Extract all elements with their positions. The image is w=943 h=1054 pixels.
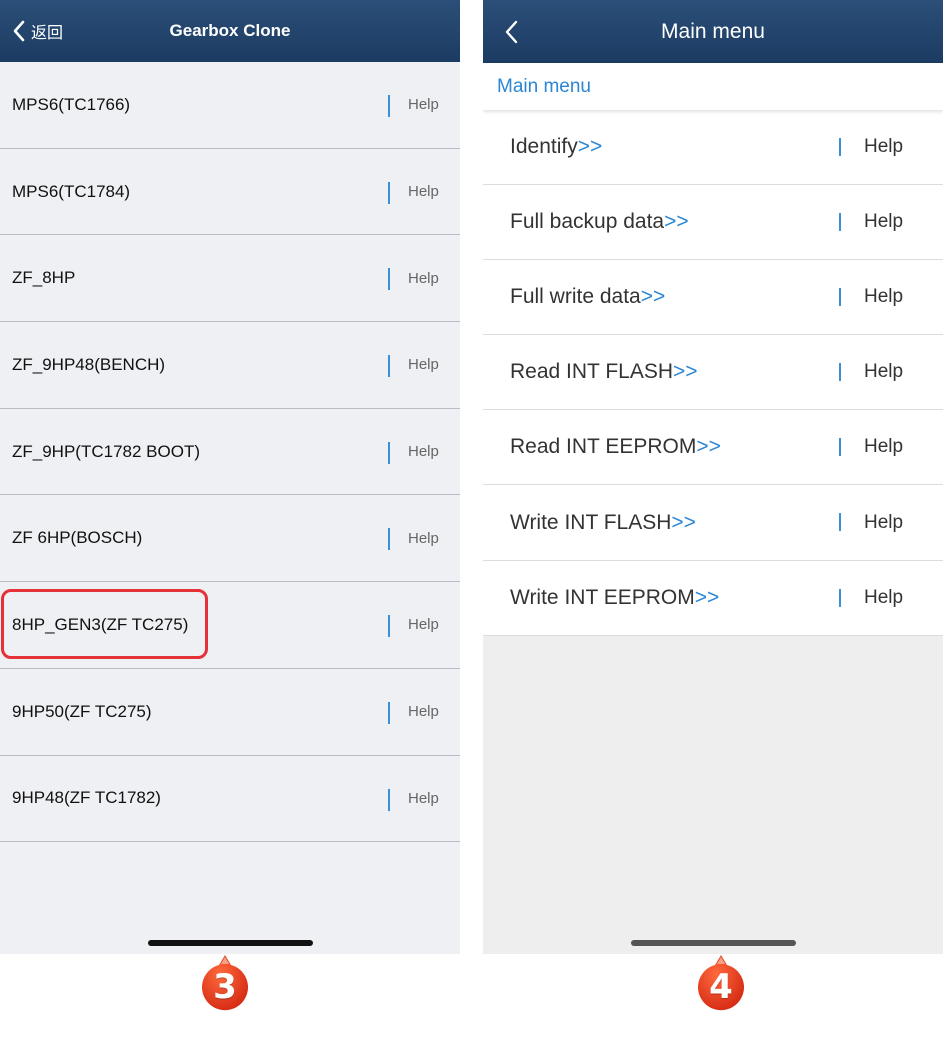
list-item-label: 8HP_GEN3(ZF TC275): [12, 614, 189, 634]
list-item[interactable]: 8HP_GEN3(ZF TC275) Help: [0, 582, 460, 669]
menu-item-arrow: >>: [577, 135, 603, 159]
breadcrumb-item-main-menu[interactable]: Main menu: [497, 76, 591, 98]
list-item-label: ZF 6HP(BOSCH): [12, 528, 143, 548]
help-link[interactable]: Help: [864, 110, 903, 184]
list-item-label: ZF_8HP: [12, 268, 76, 288]
divider: [839, 438, 841, 457]
list-item-label: 9HP50(ZF TC275): [12, 701, 152, 721]
divider: [388, 268, 390, 291]
divider: [388, 528, 390, 551]
help-link[interactable]: Help: [408, 62, 439, 148]
menu-item-arrow: >>: [673, 360, 698, 384]
menu-item[interactable]: Full backup data >> Help: [483, 185, 943, 261]
list-item[interactable]: ZF_9HP(TC1782 BOOT) Help: [0, 409, 460, 496]
help-link[interactable]: Help: [408, 756, 439, 842]
step-number: 3: [213, 967, 237, 1007]
help-link[interactable]: Help: [408, 669, 439, 755]
breadcrumb: Main menu: [483, 63, 943, 110]
list-item-label: MPS6(TC1784): [12, 181, 131, 201]
menu-item-arrow: >>: [696, 435, 721, 459]
list-item[interactable]: MPS6(TC1766) Help: [0, 62, 460, 149]
help-link[interactable]: Help: [408, 322, 439, 408]
divider: [388, 181, 390, 204]
menu-item-label: Write INT FLASH >>: [510, 485, 696, 559]
list-item[interactable]: ZF_8HP Help: [0, 235, 460, 323]
help-link[interactable]: Help: [408, 409, 439, 495]
list-item-label: 9HP48(ZF TC1782): [12, 788, 161, 808]
gearbox-list: MPS6(TC1766) Help MPS6(TC1784) Help ZF_8HP He…: [0, 62, 460, 843]
help-link[interactable]: Help: [408, 582, 439, 668]
menu-item-label: Full backup data >>: [510, 185, 689, 259]
menu-item-text: Write INT EEPROM: [510, 585, 695, 609]
step-badge-3: 3: [201, 953, 249, 1013]
step-number: 4: [709, 967, 733, 1007]
divider: [388, 615, 390, 638]
menu-item[interactable]: Write INT FLASH >> Help: [483, 485, 943, 561]
help-link[interactable]: Help: [864, 485, 903, 559]
help-link[interactable]: Help: [408, 235, 439, 321]
help-link[interactable]: Help: [408, 495, 439, 581]
divider: [388, 701, 390, 724]
divider: [839, 288, 841, 307]
divider: [388, 788, 390, 811]
divider: [388, 95, 390, 117]
home-indicator[interactable]: [631, 940, 796, 946]
menu-item-label: Full write data >>: [510, 260, 665, 334]
menu-item[interactable]: Read INT FLASH >> Help: [483, 335, 943, 411]
navigation-bar: 返回 Gearbox Clone: [0, 0, 460, 62]
help-link[interactable]: Help: [864, 410, 903, 484]
menu-item-arrow: >>: [671, 510, 696, 534]
menu-item-text: Identify: [510, 135, 578, 159]
menu-item[interactable]: Read INT EEPROM >> Help: [483, 410, 943, 486]
list-item-label: ZF_9HP(TC1782 BOOT): [12, 441, 200, 461]
divider: [839, 513, 841, 532]
help-link[interactable]: Help: [408, 149, 439, 235]
menu-item[interactable]: Identify >> Help: [483, 110, 943, 186]
menu-item-text: Write INT FLASH: [510, 510, 672, 534]
page-title: Gearbox Clone: [169, 21, 291, 40]
list-item[interactable]: ZF_9HP48(BENCH) Help: [0, 322, 460, 409]
gearbox-clone-screen: 返回 Gearbox Clone MPS6(TC1766) Help MPS6(TC…: [0, 0, 460, 954]
navigation-bar: Main menu: [483, 0, 943, 63]
menu-item-label: Identify >>: [510, 110, 602, 184]
divider: [839, 213, 841, 232]
menu-item-label: Read INT EEPROM >>: [510, 410, 721, 484]
step-badge-4: 4: [697, 953, 745, 1013]
help-link[interactable]: Help: [864, 185, 903, 259]
menu-item[interactable]: Write INT EEPROM >> Help: [483, 561, 943, 636]
divider: [839, 363, 841, 382]
divider: [388, 355, 390, 378]
help-link[interactable]: Help: [864, 260, 903, 334]
help-link[interactable]: Help: [864, 561, 903, 635]
list-item[interactable]: 9HP50(ZF TC275) Help: [0, 669, 460, 756]
menu-item-text: Full write data: [510, 285, 641, 309]
divider: [839, 588, 841, 607]
menu-item-text: Read INT FLASH: [510, 360, 674, 384]
list-item-label: ZF_9HP48(BENCH): [12, 354, 166, 374]
help-link[interactable]: Help: [864, 335, 903, 409]
list-item[interactable]: ZF 6HP(BOSCH) Help: [0, 495, 460, 583]
menu-item-label: Write INT EEPROM >>: [510, 561, 719, 635]
main-menu-list: Identify >> Help Full backup data >> Help Full…: [483, 110, 943, 636]
page-title: Main menu: [661, 19, 765, 43]
menu-item-arrow: >>: [694, 585, 720, 609]
home-indicator[interactable]: [148, 940, 313, 946]
menu-item-label: Read INT FLASH >>: [510, 335, 698, 409]
menu-item-text: Full backup data: [510, 210, 665, 234]
list-item[interactable]: MPS6(TC1784) Help: [0, 149, 460, 236]
list-item-label: MPS6(TC1766): [12, 94, 131, 114]
list-item[interactable]: 9HP48(ZF TC1782) Help: [0, 756, 460, 843]
menu-item-arrow: >>: [640, 285, 666, 309]
divider: [388, 441, 390, 464]
menu-item[interactable]: Full write data >> Help: [483, 260, 943, 336]
menu-item-arrow: >>: [664, 210, 689, 234]
divider: [839, 138, 841, 156]
main-menu-screen: Main menu Main menu Identify >> Help Full b…: [483, 0, 943, 954]
menu-item-text: Read INT EEPROM: [510, 435, 697, 459]
